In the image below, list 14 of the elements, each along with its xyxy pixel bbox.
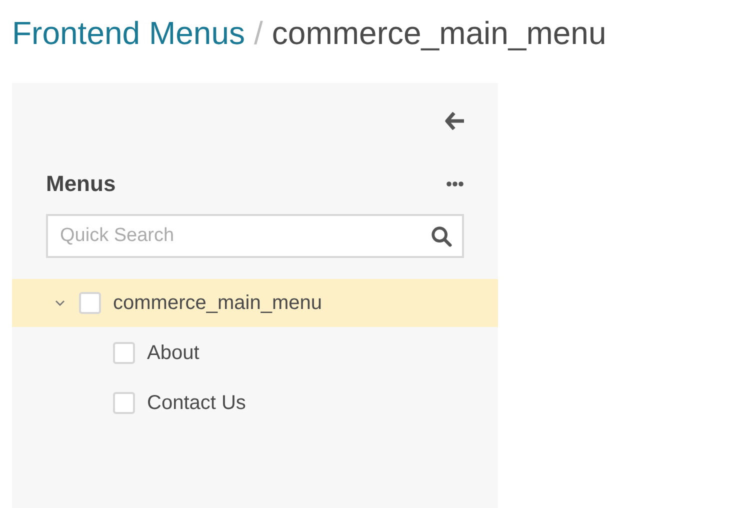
more-icon[interactable] xyxy=(446,181,464,187)
breadcrumb-separator: / xyxy=(254,15,263,51)
page-title: commerce_main_menu xyxy=(272,15,606,51)
back-arrow-icon[interactable] xyxy=(445,112,465,130)
checkbox[interactable] xyxy=(113,392,135,414)
checkbox[interactable] xyxy=(79,292,101,314)
checkbox[interactable] xyxy=(113,342,135,364)
search-icon[interactable] xyxy=(431,226,452,247)
tree-item[interactable]: About xyxy=(12,329,498,377)
search-field[interactable]: Quick Search xyxy=(46,214,464,258)
breadcrumb-link[interactable]: Frontend Menus xyxy=(12,15,246,51)
panel-heading: Menus xyxy=(46,171,116,197)
tree-item[interactable]: commerce_main_menu xyxy=(12,279,498,327)
tree-item[interactable]: Contact Us xyxy=(12,379,498,427)
